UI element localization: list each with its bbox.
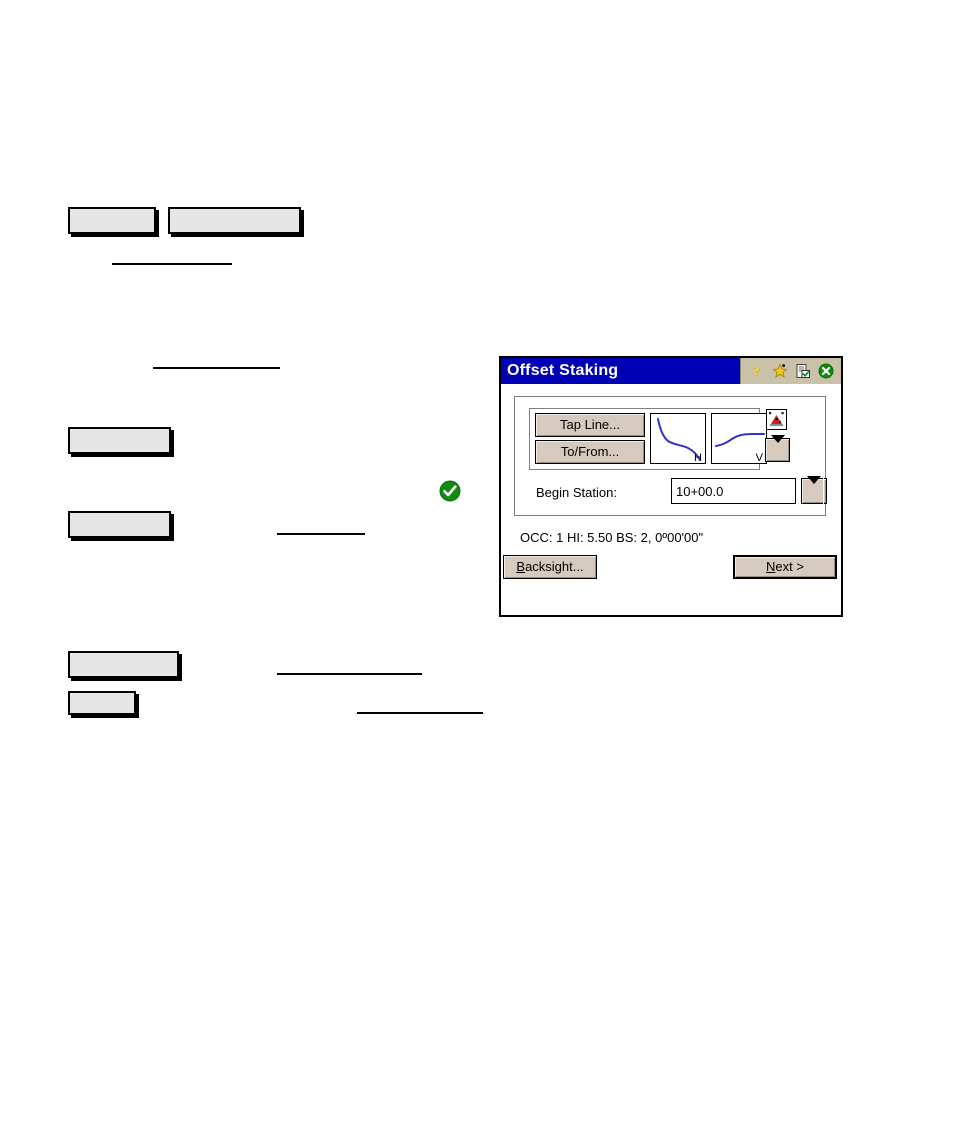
blank-box <box>68 511 171 538</box>
backsight-label-rest: acksight... <box>525 559 584 574</box>
alignment-picker-frame: Tap Line... To/From... H V <box>529 408 767 470</box>
title-bar-icon-group: ? ? <box>740 358 841 384</box>
favorite-star-icon[interactable] <box>772 363 788 379</box>
text-rule <box>277 673 422 675</box>
profile-label-v: V <box>755 452 763 464</box>
begin-station-dropdown-button[interactable] <box>801 475 827 504</box>
blank-box <box>168 207 301 234</box>
profile-label-h: H <box>694 452 702 464</box>
begin-station-input[interactable] <box>671 478 796 504</box>
close-icon[interactable] <box>818 363 834 379</box>
text-rule <box>277 533 365 535</box>
status-bar-text: OCC: 1 HI: 5.50 BS: 2, 0º00'00" <box>520 530 704 545</box>
help-icon[interactable]: ? ? <box>749 363 765 379</box>
dialog-title-bar: Offset Staking ? ? <box>501 358 841 384</box>
map-points-icon <box>767 410 786 429</box>
text-rule <box>357 712 483 714</box>
to-from-button[interactable]: To/From... <box>535 440 645 464</box>
text-rule <box>153 367 280 369</box>
dialog-title: Offset Staking <box>507 362 619 379</box>
blank-box <box>68 651 179 678</box>
blank-box <box>68 427 171 454</box>
check-circle-icon <box>439 480 461 502</box>
next-label-rest: ext > <box>775 559 804 574</box>
horizontal-alignment-preview[interactable]: H <box>650 413 706 464</box>
offset-staking-dialog: Offset Staking ? ? Tap Line... To/From..… <box>499 356 843 617</box>
next-accesskey: N <box>766 559 776 574</box>
chevron-down-icon <box>770 434 785 458</box>
backsight-button[interactable]: Backsight... <box>503 555 597 579</box>
alignment-dropdown-button[interactable] <box>765 434 790 462</box>
svg-text:?: ? <box>753 364 760 379</box>
dialog-body: Tap Line... To/From... H V Begin Station… <box>501 384 841 615</box>
alignment-group-frame: Tap Line... To/From... H V Begin Station… <box>514 396 827 516</box>
text-rule <box>112 263 232 265</box>
vertical-alignment-preview[interactable]: V <box>711 413 767 464</box>
backsight-accesskey: B <box>516 559 526 574</box>
map-points-button[interactable] <box>766 409 787 430</box>
green-check-badge <box>439 480 461 502</box>
chevron-down-icon <box>807 475 821 499</box>
tap-line-button[interactable]: Tap Line... <box>535 413 645 437</box>
next-button[interactable]: Next > <box>733 555 837 579</box>
begin-station-label: Begin Station: <box>536 485 617 500</box>
blank-box <box>68 691 136 715</box>
blank-box <box>68 207 156 234</box>
document-check-icon[interactable] <box>795 363 811 379</box>
